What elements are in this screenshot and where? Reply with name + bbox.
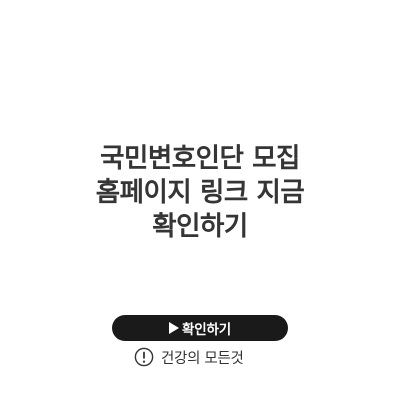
headline-line-3: 확인하기 bbox=[152, 211, 248, 242]
confirm-button-label: 확인하기 bbox=[182, 322, 231, 338]
headline: 국민변호인단 모집 홈페이지 링크 지금 확인하기 bbox=[20, 142, 380, 244]
headline-line-2: 홈페이지 링크 지금 bbox=[95, 177, 305, 208]
page: 국민변호인단 모집 홈페이지 링크 지금 확인하기 확인하기 건강의 모든것 bbox=[0, 0, 400, 400]
play-triangle-icon bbox=[169, 322, 180, 334]
brand-name: 건강의 모든것 bbox=[161, 350, 244, 367]
exclamation-circle-icon bbox=[134, 347, 154, 367]
headline-line-1: 국민변호인단 모집 bbox=[100, 143, 300, 174]
brand: 건강의 모든것 bbox=[134, 344, 244, 370]
confirm-button[interactable]: 확인하기 bbox=[112, 315, 288, 341]
